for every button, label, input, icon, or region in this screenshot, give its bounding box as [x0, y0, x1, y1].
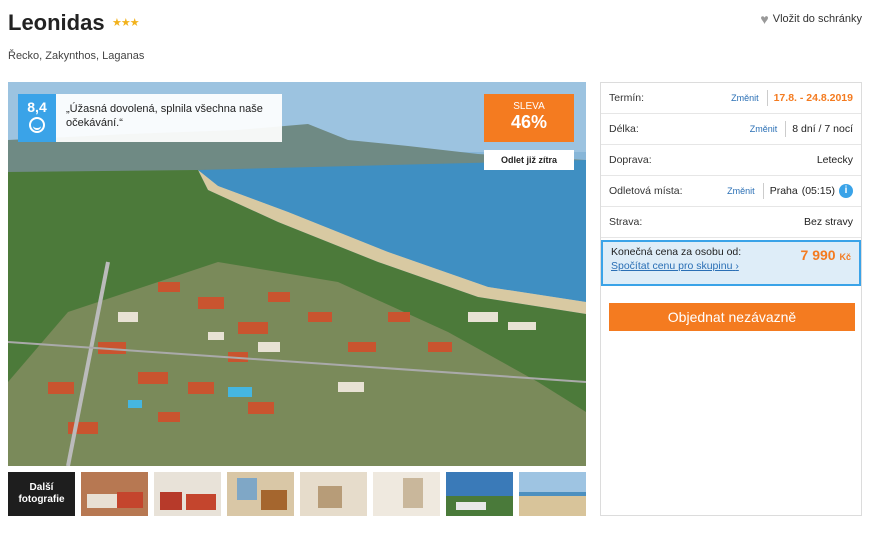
term-label: Termín:: [609, 92, 645, 104]
sale-label: SLEVA: [513, 101, 545, 112]
review-quote: „Úžasná dovolená, splnila všechna naše o…: [56, 94, 282, 142]
divider: [766, 90, 768, 106]
info-icon[interactable]: i: [839, 184, 853, 198]
chevron-right-icon: ›: [735, 260, 739, 272]
price-amount: 7 990: [800, 247, 836, 263]
price-currency: Kč: [839, 252, 851, 262]
departure-time: (05:15): [801, 185, 835, 197]
transport-label: Doprava:: [609, 154, 652, 166]
order-button[interactable]: Objednat nezávazně: [609, 303, 855, 331]
divider: [762, 183, 764, 199]
departure-row: Odletová místa: Změnit Praha (05:15) i: [601, 176, 861, 207]
transport-row: Doprava: Letecky: [601, 145, 861, 176]
booking-panel: Termín: Změnit 17.8. - 24.8.2019 Délka: …: [600, 82, 862, 516]
sale-badge: SLEVA 46%: [484, 94, 574, 142]
term-value: 17.8. - 24.8.2019: [773, 92, 853, 104]
main-photo[interactable]: 8,4 „Úžasná dovolená, splnila všechna na…: [8, 82, 586, 466]
star-rating: ★★★: [112, 17, 140, 29]
rating-value: 8,4: [27, 99, 47, 115]
transport-value: Letecky: [816, 154, 853, 166]
departure-note: Odlet již zítra: [484, 150, 574, 170]
thumbnail[interactable]: [227, 472, 294, 516]
thumbnail[interactable]: [81, 472, 148, 516]
more-photos-button[interactable]: Další fotografie: [8, 472, 75, 516]
departure-value: Praha: [769, 185, 798, 197]
photo-thumbnails: Další fotografie: [8, 472, 586, 516]
add-to-favorites-button[interactable]: ♥ Vložit do schránky: [760, 11, 862, 27]
divider: [785, 121, 787, 137]
board-value: Bez stravy: [803, 216, 853, 228]
hotel-location: Řecko, Zakynthos, Laganas: [8, 50, 145, 62]
group-price-link-label: Spočítat cenu pro skupinu: [611, 260, 733, 272]
board-row: Strava: Bez stravy: [601, 207, 861, 238]
hotel-name: Leonidas: [8, 10, 105, 35]
term-row: Termín: Změnit 17.8. - 24.8.2019: [601, 83, 861, 114]
departure-label: Odletová místa:: [609, 185, 683, 197]
sale-percent: 46%: [510, 112, 548, 132]
price-box: Konečná cena za osobu od: Spočítat cenu …: [601, 240, 861, 286]
board-label: Strava:: [609, 216, 643, 228]
change-departure-link[interactable]: Změnit: [727, 186, 755, 196]
thumbnail[interactable]: [373, 472, 440, 516]
length-label: Délka:: [609, 123, 639, 135]
add-to-favorites-label: Vložit do schránky: [772, 13, 862, 25]
thumbnail[interactable]: [519, 472, 586, 516]
rating-badge: 8,4: [18, 94, 56, 142]
smile-icon: [29, 117, 45, 133]
price-value: 7 990 Kč: [801, 247, 851, 263]
length-row: Délka: Změnit 8 dní / 7 nocí: [601, 114, 861, 145]
change-term-link[interactable]: Změnit: [731, 93, 759, 103]
change-length-link[interactable]: Změnit: [750, 124, 778, 134]
thumbnail[interactable]: [154, 472, 221, 516]
thumbnail[interactable]: [446, 472, 513, 516]
length-value: 8 dní / 7 nocí: [792, 123, 853, 135]
thumbnail[interactable]: [300, 472, 367, 516]
heart-icon: ♥: [760, 11, 769, 27]
